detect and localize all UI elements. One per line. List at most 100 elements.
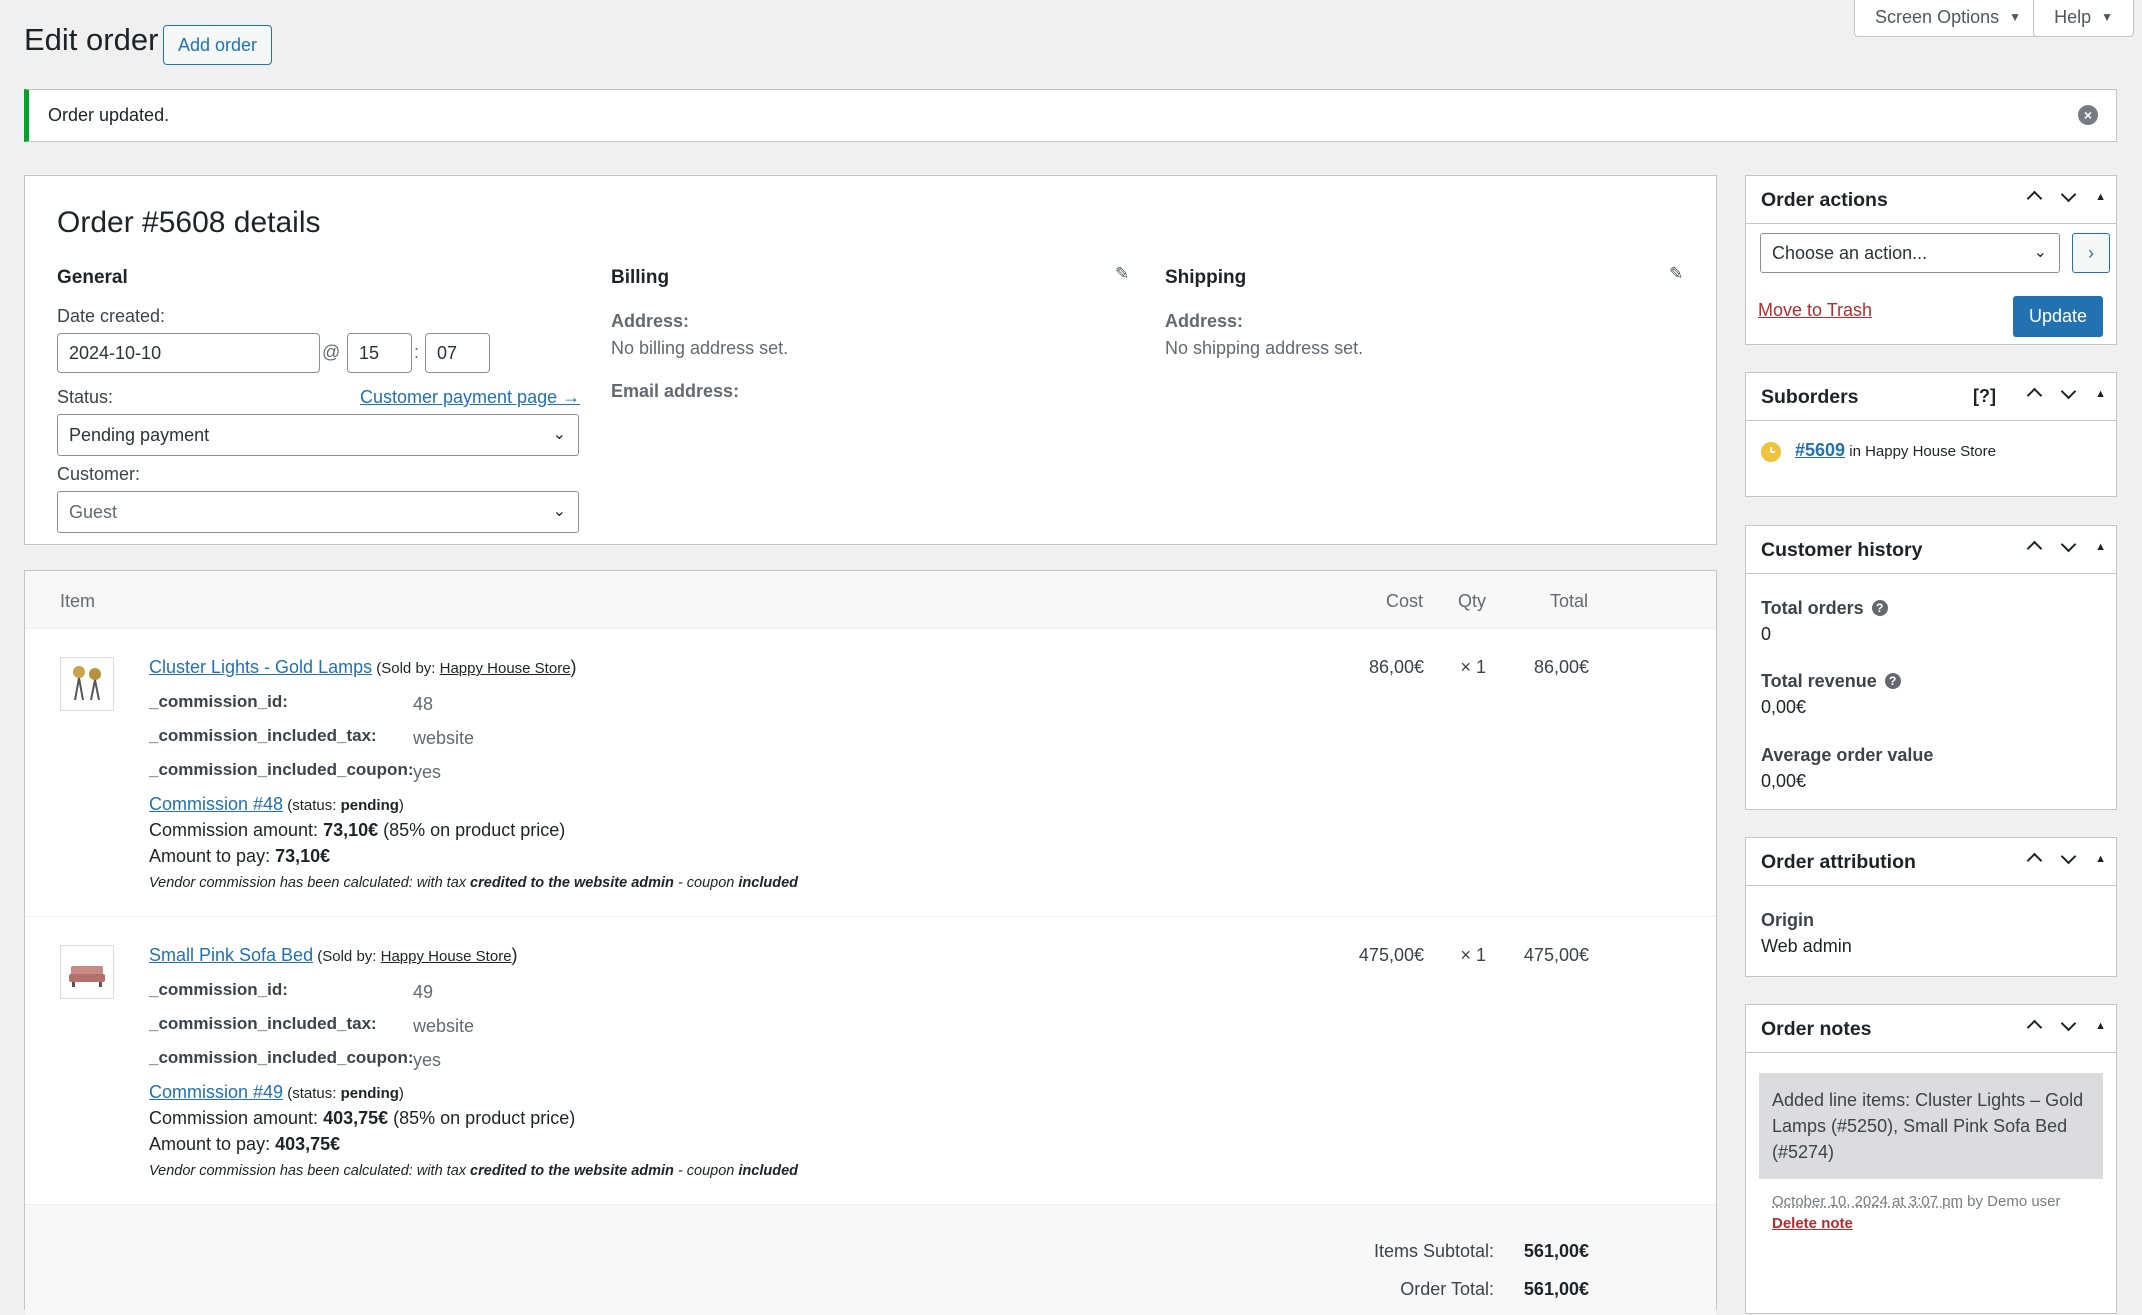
amount-to-pay-line: Amount to pay: 403,75€ <box>149 1134 340 1155</box>
items-subtotal-label: Items Subtotal: <box>1373 1241 1494 1261</box>
delete-note-link[interactable]: Delete note <box>1772 1215 1853 1232</box>
note-content: Added line items: Cluster Lights – Gold … <box>1759 1073 2103 1179</box>
calc-note-text: - coupon <box>673 875 739 891</box>
move-to-trash-link[interactable]: Move to Trash <box>1758 300 1872 321</box>
help-button[interactable]: Help ▼ <box>2033 0 2134 37</box>
screen-options-button[interactable]: Screen Options ▼ <box>1854 0 2042 37</box>
date-created-input[interactable]: 2024-10-10 <box>57 333 320 373</box>
chevron-down-icon: ⌄ <box>2033 244 2047 261</box>
column-qty: Qty <box>1458 591 1487 611</box>
customer-payment-page-link[interactable]: Customer payment page → <box>360 387 580 408</box>
suborder-store: in Happy House Store <box>1845 443 1996 460</box>
total-revenue-label: Total revenue <box>1761 671 1877 691</box>
calc-note-bold: included <box>738 875 799 891</box>
toggle-panel-icon[interactable]: ▲ <box>2095 1020 2106 1032</box>
suborder-line: #5609 in Happy House Store <box>1795 440 1996 461</box>
help-icon[interactable]: ? <box>1871 600 1888 616</box>
amount-to-pay-label: Amount to pay: <box>149 1134 276 1154</box>
note-meta: October 10, 2024 at 3:07 pm by Demo user <box>1772 1193 2061 1210</box>
move-down-icon[interactable] <box>2060 186 2077 204</box>
table-row: Small Pink Sofa Bed (Sold by: Happy Hous… <box>25 917 1716 1205</box>
shipping-title: Shipping <box>1165 267 1247 288</box>
update-notice: Order updated. × <box>24 89 2117 142</box>
customer-label: Customer: <box>57 464 141 484</box>
order-action-select[interactable]: Choose an action... ⌄ <box>1760 233 2060 273</box>
commission-link[interactable]: Commission #48 <box>149 794 283 814</box>
update-button[interactable]: Update <box>2013 296 2103 337</box>
commission-link[interactable]: Commission #49 <box>149 1082 283 1102</box>
meta-value: yes <box>413 1050 442 1070</box>
sold-by-suffix: ) <box>570 657 577 677</box>
time-colon: : <box>414 342 420 362</box>
toggle-panel-icon[interactable]: ▲ <box>2095 191 2106 203</box>
apply-action-button[interactable]: › <box>2072 233 2110 273</box>
dismiss-notice-icon[interactable]: × <box>2078 105 2098 125</box>
total-orders-label-line: Total orders? <box>1761 598 1888 619</box>
status-select[interactable]: Pending payment ⌄ <box>57 414 579 456</box>
move-down-icon[interactable] <box>2060 848 2077 866</box>
commission-amount-note: (85% on product price) <box>378 820 566 840</box>
item-name-line: Small Pink Sofa Bed (Sold by: Happy Hous… <box>149 945 518 966</box>
move-up-icon[interactable] <box>2026 384 2043 405</box>
notice-text: Order updated. <box>48 105 170 125</box>
sold-by-suffix: ) <box>511 945 518 965</box>
order-items-panel: Item Cost Qty Total Cluster Lights - Gol… <box>24 570 1717 1315</box>
move-up-icon[interactable] <box>2026 849 2043 870</box>
billing-address-label: Address: <box>611 311 690 331</box>
move-up-icon[interactable] <box>2026 1016 2043 1037</box>
amount-to-pay: 403,75€ <box>275 1134 341 1154</box>
commission-amount: 403,75€ <box>323 1108 389 1128</box>
screen-options-label: Screen Options <box>1875 7 2000 27</box>
edit-shipping-pencil-icon[interactable]: ✎ <box>1669 264 1683 284</box>
calc-note-bold: included <box>738 1163 799 1179</box>
help-icon[interactable]: ? <box>1884 673 1901 689</box>
commission-line: Commission #48 (status: pending) <box>149 794 404 815</box>
customer-select[interactable]: Guest ⌄ <box>57 491 579 533</box>
meta-key: _commission_id: <box>149 980 288 999</box>
commission-calc-note: Vendor commission has been calculated: w… <box>149 875 798 891</box>
item-name-line: Cluster Lights - Gold Lamps (Sold by: Ha… <box>149 657 577 678</box>
origin-label: Origin <box>1761 910 1814 930</box>
move-up-icon[interactable] <box>2026 537 2043 558</box>
move-down-icon[interactable] <box>2060 1015 2077 1033</box>
toggle-panel-icon[interactable]: ▲ <box>2095 541 2106 553</box>
move-down-icon[interactable] <box>2060 536 2077 554</box>
suborders-title: Suborders <box>1761 386 1859 408</box>
commission-amount-label: Commission amount: <box>149 820 324 840</box>
toggle-panel-icon[interactable]: ▲ <box>2095 388 2106 400</box>
vendor-link[interactable]: Happy House Store <box>381 948 512 965</box>
meta-value: 49 <box>413 982 434 1002</box>
minute-input[interactable]: 07 <box>425 333 490 373</box>
meta-key: _commission_included_tax: <box>149 726 377 745</box>
meta-key: _commission_included_tax: <box>149 1014 377 1033</box>
order-action-select-value: Choose an action... <box>1772 243 1928 263</box>
suborders-help-link[interactable]: [?] <box>1973 386 1996 407</box>
status-suffix: ) <box>398 797 404 814</box>
product-link[interactable]: Cluster Lights - Gold Lamps <box>149 657 372 677</box>
order-heading: Order #5608 details <box>57 206 321 239</box>
toggle-panel-icon[interactable]: ▲ <box>2095 853 2106 865</box>
pending-clock-icon <box>1761 442 1781 462</box>
amount-to-pay-line: Amount to pay: 73,10€ <box>149 846 330 867</box>
order-actions-box: Order actions ▲ Choose an action... ⌄ › … <box>1745 175 2117 345</box>
hour-input[interactable]: 15 <box>347 333 412 373</box>
help-label: Help <box>2054 7 2092 27</box>
add-order-button[interactable]: Add order <box>163 25 273 65</box>
average-order-value: 0,00€ <box>1761 771 1807 791</box>
move-down-icon[interactable] <box>2060 383 2077 401</box>
commission-calc-note: Vendor commission has been calculated: w… <box>149 1163 798 1179</box>
chevron-right-icon: › <box>2088 243 2094 263</box>
vendor-link[interactable]: Happy House Store <box>440 660 571 677</box>
commission-amount-label: Commission amount: <box>149 1108 324 1128</box>
order-actions-title: Order actions <box>1761 189 1888 211</box>
status-suffix: ) <box>398 1085 404 1102</box>
move-up-icon[interactable] <box>2026 187 2043 208</box>
sold-by-prefix: (Sold by: <box>372 660 440 677</box>
amount-to-pay-label: Amount to pay: <box>149 846 276 866</box>
suborder-link[interactable]: #5609 <box>1795 440 1845 460</box>
status-prefix: (status: <box>283 1085 341 1102</box>
order-attribution-box: Order attribution ▲ Origin Web admin <box>1745 837 2117 977</box>
product-link[interactable]: Small Pink Sofa Bed <box>149 945 313 965</box>
meta-key: _commission_included_coupon: <box>149 1048 414 1067</box>
edit-billing-pencil-icon[interactable]: ✎ <box>1115 264 1129 284</box>
